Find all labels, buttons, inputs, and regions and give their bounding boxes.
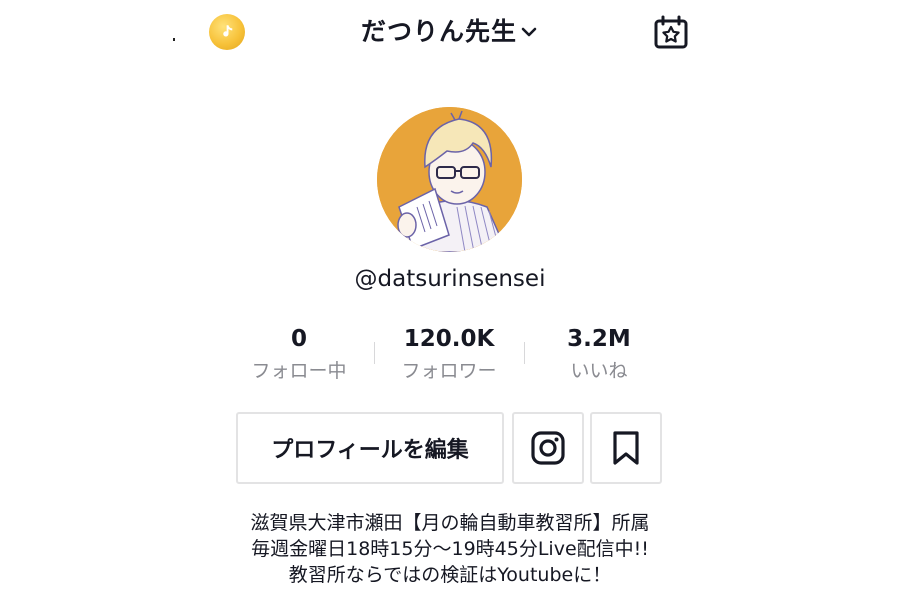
bookmark-icon <box>613 431 639 465</box>
stat-following-value: 0 <box>290 326 307 352</box>
calendar-star-icon[interactable] <box>653 14 689 50</box>
account-switcher[interactable]: だつりん先生 <box>0 12 900 48</box>
stat-followers[interactable]: 120.0K フォロワー <box>374 326 524 383</box>
avatar-illustration <box>377 107 522 252</box>
chevron-down-icon <box>519 19 539 48</box>
stat-likes-value: 3.2M <box>567 326 631 352</box>
stat-followers-value: 120.0K <box>403 326 495 352</box>
profile-bio: 滋賀県大津市瀬田【月の輪自動車教習所】所属 毎週金曜日18時15分〜19時45分… <box>0 510 900 588</box>
favorites-button[interactable] <box>590 412 662 484</box>
edit-profile-button[interactable]: プロフィールを編集 <box>236 412 504 484</box>
stat-following-label: フォロー中 <box>251 360 347 382</box>
username-handle: @datsurinsensei <box>354 266 546 292</box>
bio-line: 教習所ならではの検証はYoutubeに！ <box>288 564 612 586</box>
stat-followers-label: フォロワー <box>401 360 497 382</box>
instagram-button[interactable] <box>512 412 584 484</box>
stat-following[interactable]: 0 フォロー中 <box>224 326 374 383</box>
instagram-icon <box>531 431 565 465</box>
bio-line: 滋賀県大津市瀬田【月の輪自動車教習所】所属 <box>250 512 650 534</box>
header-username: だつりん先生 <box>360 17 517 46</box>
bio-line: 毎週金曜日18時15分〜19時45分Live配信中!! <box>251 538 649 560</box>
stat-likes[interactable]: 3.2M いいね <box>524 326 674 383</box>
stat-likes-label: いいね <box>570 360 628 382</box>
avatar[interactable] <box>377 107 522 252</box>
